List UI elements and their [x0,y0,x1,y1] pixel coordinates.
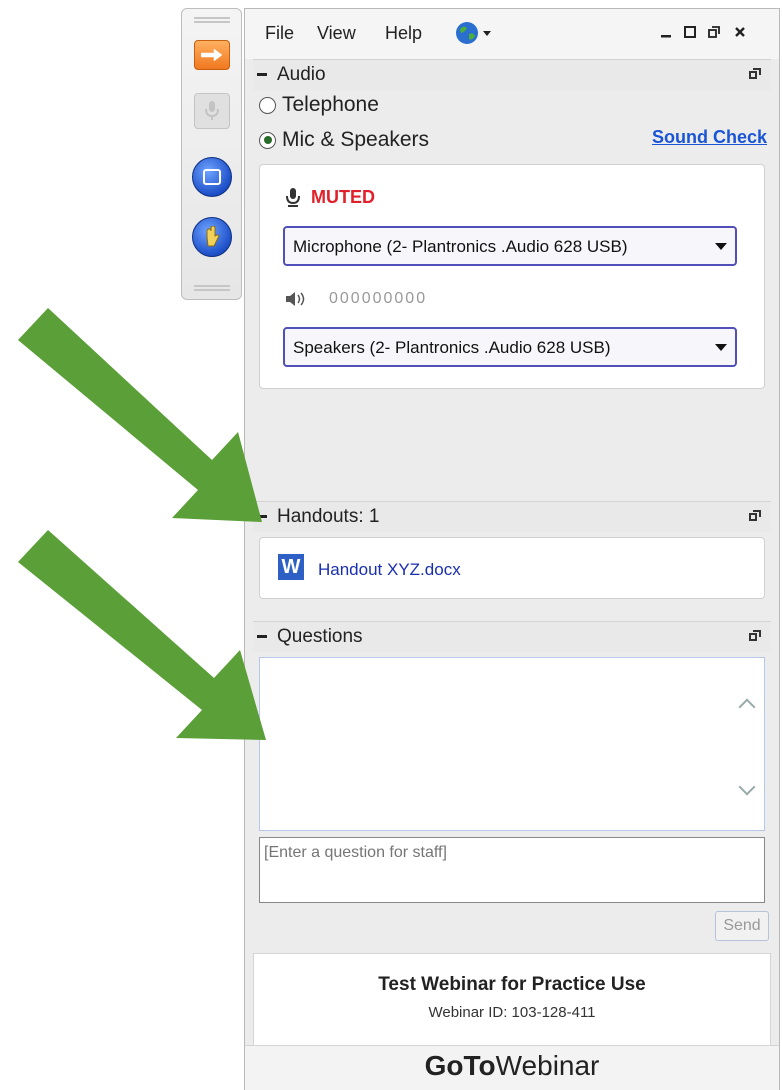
pop-out-audio-icon[interactable] [749,68,761,80]
audio-section-header: Audio [253,59,771,90]
telephone-option[interactable]: Telephone [259,93,379,117]
gotowebinar-logo: GoToWebinar [424,1050,600,1081]
collapse-handouts-icon[interactable] [257,515,267,518]
speaker-level-meter: 000000000 [329,290,428,307]
telephone-radio[interactable] [259,96,276,114]
send-button[interactable]: Send [715,911,769,941]
handouts-section-header: Handouts: 1 [253,501,771,532]
webinar-id: Webinar ID: 103-128-411 [428,1004,596,1021]
microphone-icon [194,93,230,129]
screen-viewer-button[interactable] [190,155,234,199]
menu-bar: File View Help [245,9,779,59]
chevron-down-icon [715,243,727,250]
questions-section-header: Questions [253,621,771,652]
mute-microphone-button[interactable] [190,89,234,133]
scroll-down-icon[interactable] [740,784,754,798]
mic-status-text: MUTED [311,187,375,207]
raise-hand-button[interactable] [190,215,234,259]
toolbar-grip-bottom[interactable] [194,285,230,292]
microphone-muted-icon [285,187,301,214]
close-icon[interactable] [733,25,747,39]
menu-help[interactable]: Help [385,23,422,44]
speakers-select-value: Speakers (2- Plantronics .Audio 628 USB) [293,338,611,357]
microphone-select[interactable]: Microphone (2- Plantronics .Audio 628 US… [283,226,737,266]
screen-icon [192,157,232,197]
handout-file-link[interactable]: Handout XYZ.docx [318,560,461,580]
microphone-select-value: Microphone (2- Plantronics .Audio 628 US… [293,237,628,256]
mic-speakers-label: Mic & Speakers [282,128,430,151]
questions-log[interactable] [259,657,765,831]
minimize-icon[interactable] [659,25,673,39]
hand-icon [192,217,232,257]
scroll-up-icon[interactable] [740,696,754,710]
control-toolbar [181,8,242,300]
handouts-section-title: Handouts: 1 [277,506,380,527]
pop-out-questions-icon[interactable] [749,630,761,642]
webinar-title: Test Webinar for Practice Use [378,974,646,995]
audio-section-title: Audio [277,64,326,85]
language-globe-icon[interactable] [455,21,495,50]
pop-out-handouts-icon[interactable] [749,510,761,522]
collapse-audio-icon[interactable] [257,73,267,76]
brand-bar: GoToWebinar [245,1045,779,1090]
menu-view[interactable]: View [317,23,356,44]
control-panel: File View Help Audio Telephone Mic & Spe… [244,8,780,1090]
handouts-list: W Handout XYZ.docx [259,537,765,599]
speaker-icon [285,291,307,312]
pop-out-icon[interactable] [707,25,721,39]
collapse-questions-icon[interactable] [257,635,267,638]
telephone-label: Telephone [282,93,379,116]
show-hide-panel-button[interactable] [190,33,234,77]
word-document-icon: W [278,554,304,580]
mic-speakers-option[interactable]: Mic & Speakers [259,128,429,152]
speakers-select[interactable]: Speakers (2- Plantronics .Audio 628 USB) [283,327,737,367]
maximize-icon[interactable] [683,25,697,39]
green-arrow-questions [18,530,266,740]
toolbar-grip-top[interactable] [194,17,230,24]
chevron-down-icon [715,344,727,351]
questions-section-title: Questions [277,626,363,647]
question-input[interactable] [259,837,765,903]
mic-speakers-radio[interactable] [259,131,276,149]
arrow-right-icon [194,40,230,70]
green-arrow-handouts [18,308,262,522]
sound-check-link[interactable]: Sound Check [652,127,767,148]
menu-file[interactable]: File [265,23,294,44]
